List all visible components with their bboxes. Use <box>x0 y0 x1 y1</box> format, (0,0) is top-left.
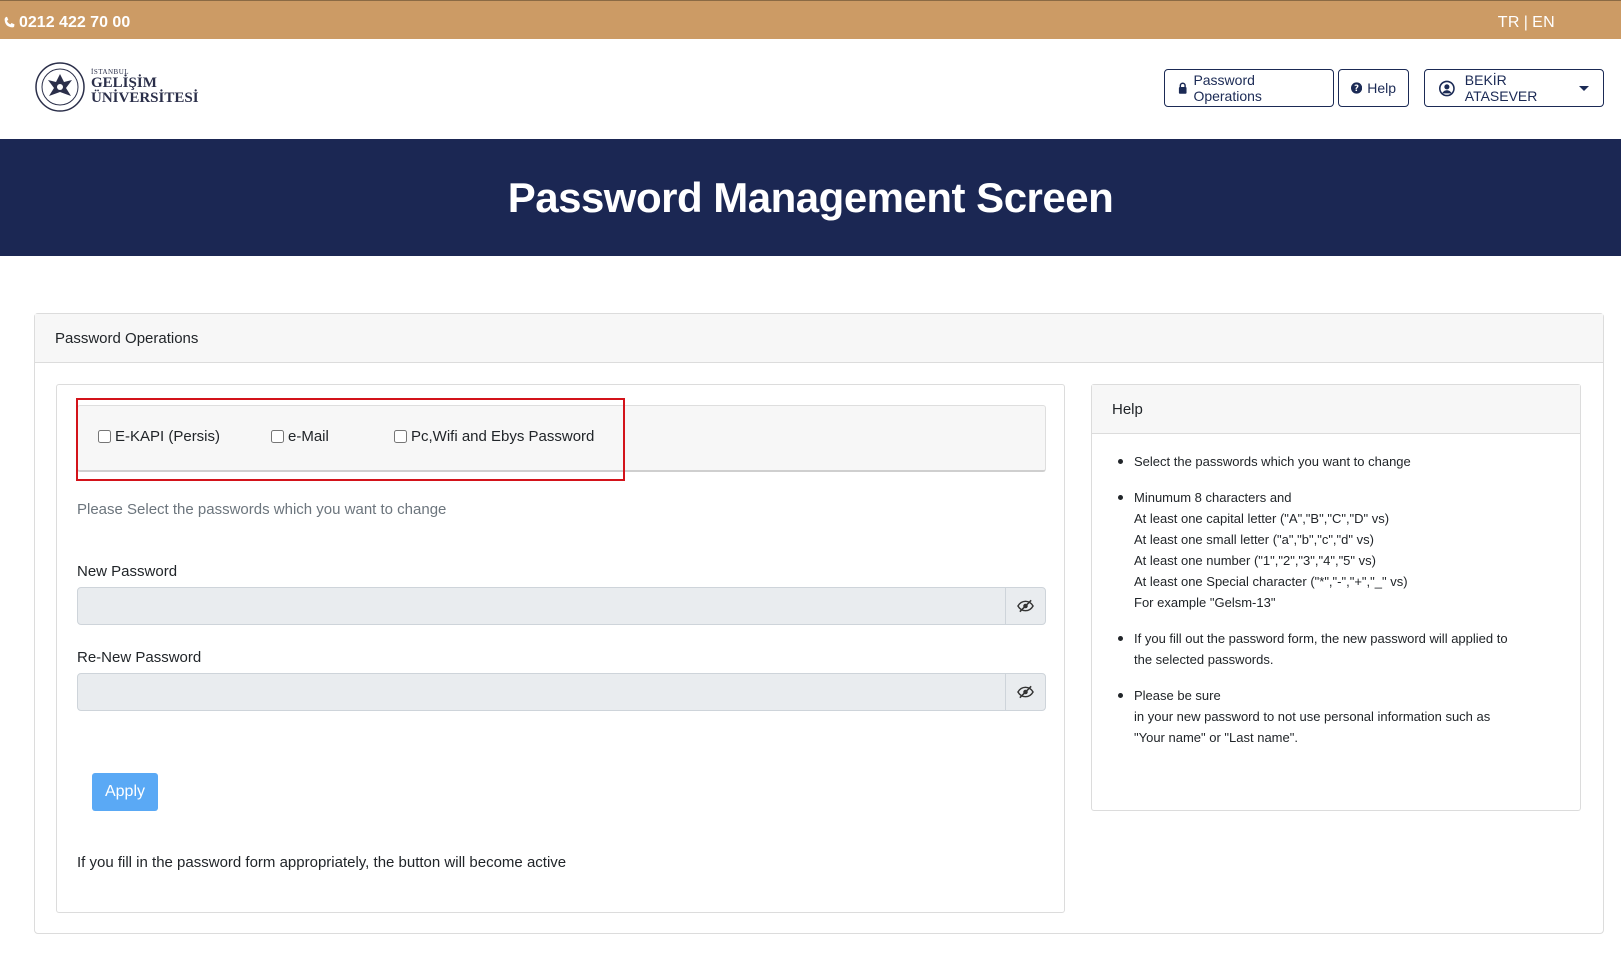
card-header: Password Operations <box>35 314 1603 363</box>
help-label: Help <box>1367 80 1396 96</box>
page-title: Password Management Screen <box>507 173 1114 221</box>
new-password-group <box>77 587 1046 625</box>
phone-number: 0212 422 70 00 <box>19 14 131 31</box>
toggle-new-password-visibility[interactable] <box>1005 588 1045 624</box>
renew-password-label: Re-New Password <box>77 649 202 666</box>
password-operations-button[interactable]: Password Operations <box>1164 69 1334 107</box>
password-operations-label: Password Operations <box>1193 72 1262 104</box>
header: İSTANBUL GELİŞİM ÜNİVERSİTESİ Password O… <box>0 39 1621 139</box>
help-item-line: in your new password to not use personal… <box>1134 709 1491 724</box>
user-circle-icon <box>1439 80 1455 96</box>
eye-slash-icon <box>1017 599 1034 613</box>
card-title: Password Operations <box>55 329 199 347</box>
form-footer-note: If you fill in the password form appropr… <box>77 854 567 871</box>
lang-separator: | <box>1523 14 1529 31</box>
help-item-line: At least one small letter ("a","b","c","… <box>1134 532 1374 547</box>
svg-text:?: ? <box>1354 83 1359 93</box>
apply-button[interactable]: Apply <box>92 773 158 811</box>
logo-text: İSTANBUL GELİŞİM ÜNİVERSİTESİ <box>91 68 199 106</box>
phone-icon <box>4 16 15 28</box>
help-item: Please be sure in your new password to n… <box>1118 685 1562 748</box>
new-password-input[interactable] <box>78 588 1005 624</box>
university-logo[interactable]: İSTANBUL GELİŞİM ÜNİVERSİTESİ <box>35 62 199 112</box>
password-operations-card: Password Operations E-KAPI (Persis) e-Ma… <box>34 313 1604 934</box>
highlight-annotation-box <box>76 398 625 481</box>
eye-slash-icon <box>1017 685 1034 699</box>
help-item-line: Select the passwords which you want to c… <box>1134 454 1411 469</box>
help-card-title: Help <box>1112 400 1143 418</box>
lang-tr-link[interactable]: TR <box>1498 14 1520 31</box>
help-item-line: At least one Special character ("*","-",… <box>1134 574 1408 589</box>
selection-hint: Please Select the passwords which you wa… <box>77 501 447 518</box>
top-bar: 0212 422 70 00 TR | EN <box>0 0 1621 39</box>
renew-password-group <box>77 673 1046 711</box>
help-item-line: For example "Gelsm-13" <box>1134 595 1276 610</box>
logo-line-3: ÜNİVERSİTESİ <box>91 89 199 106</box>
help-item-line: the selected passwords. <box>1134 652 1274 667</box>
lock-icon <box>1178 82 1187 94</box>
help-button[interactable]: ? Help <box>1338 69 1409 107</box>
language-switcher: TR | EN <box>1498 14 1555 32</box>
help-item-line: At least one number ("1","2","3","4","5"… <box>1134 553 1376 568</box>
password-form: E-KAPI (Persis) e-Mail Pc,Wifi and Ebys … <box>56 384 1065 913</box>
new-password-label: New Password <box>77 563 178 580</box>
help-item-line: Minumum 8 characters and <box>1134 490 1292 505</box>
renew-password-input[interactable] <box>78 674 1005 710</box>
help-item-line: Please be sure <box>1134 688 1221 703</box>
help-card-header: Help <box>1092 385 1580 434</box>
chevron-down-icon <box>1579 85 1589 91</box>
page-banner: Password Management Screen <box>0 139 1621 256</box>
help-card: Help Select the passwords which you want… <box>1091 384 1581 811</box>
toggle-renew-password-visibility[interactable] <box>1005 674 1045 710</box>
help-item-line: "Your name" or "Last name". <box>1134 730 1298 745</box>
phone-contact[interactable]: 0212 422 70 00 <box>2 14 130 32</box>
help-item: Minumum 8 characters and At least one ca… <box>1118 487 1562 613</box>
help-item-line: If you fill out the password form, the n… <box>1134 631 1508 646</box>
lang-en-link[interactable]: EN <box>1532 14 1555 31</box>
help-item: Select the passwords which you want to c… <box>1118 451 1562 472</box>
help-item: If you fill out the password form, the n… <box>1118 628 1562 670</box>
help-list: Select the passwords which you want to c… <box>1118 451 1562 763</box>
question-circle-icon: ? <box>1351 82 1363 94</box>
user-name: BEKİR ATASEVER <box>1464 72 1538 104</box>
help-item-line: At least one capital letter ("A","B","C"… <box>1134 511 1390 526</box>
user-menu-dropdown[interactable]: BEKİR ATASEVER <box>1424 69 1604 107</box>
university-seal-icon <box>35 62 85 112</box>
logo-line-2: GELİŞİM <box>91 74 157 91</box>
